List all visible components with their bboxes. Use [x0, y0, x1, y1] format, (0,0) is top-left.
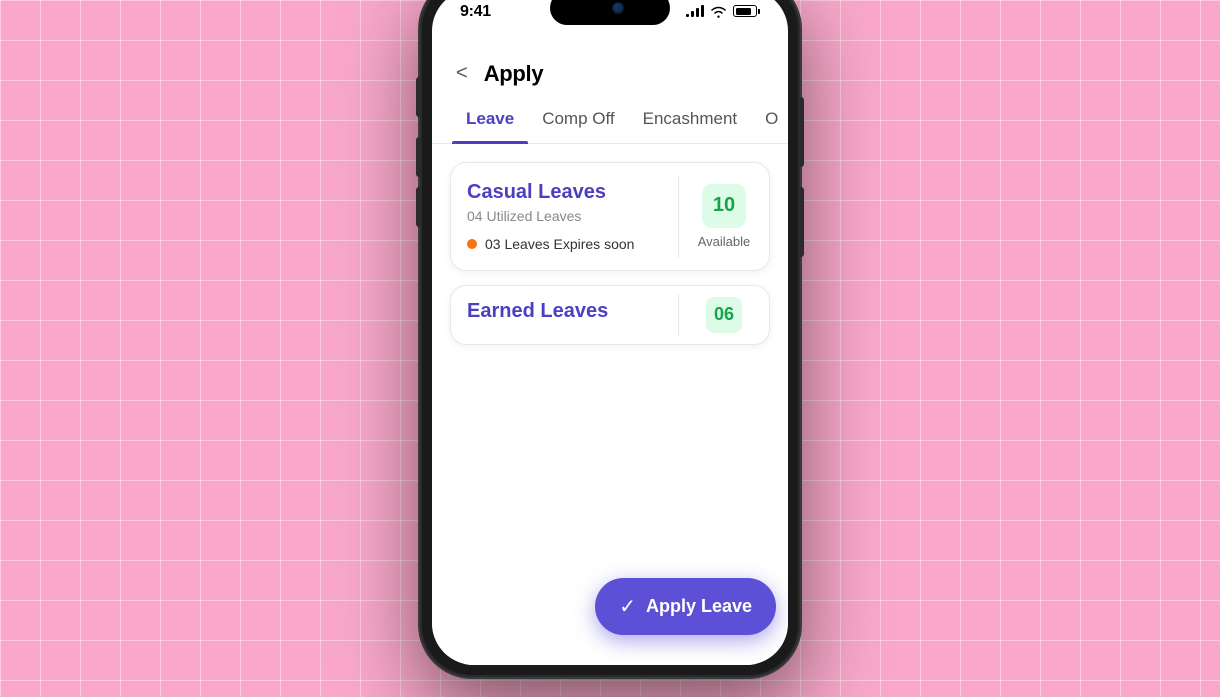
- phone-frame: 9:41: [420, 0, 800, 677]
- checkmark-icon: ✓: [619, 594, 636, 619]
- casual-available-count: 10: [702, 184, 746, 228]
- tab-comp-off[interactable]: Comp Off: [528, 99, 628, 143]
- signal-icon: [686, 5, 704, 17]
- earned-leaves-title: Earned Leaves: [467, 300, 662, 323]
- camera-dot: [613, 3, 623, 13]
- earned-leaves-card[interactable]: Earned Leaves 06: [450, 285, 770, 345]
- page-title: Apply: [484, 61, 544, 87]
- tab-options[interactable]: Optio: [751, 99, 779, 143]
- expiry-text: 03 Leaves Expires soon: [485, 236, 634, 252]
- phone-mockup: 9:41: [400, 0, 820, 697]
- casual-leaves-card[interactable]: Casual Leaves 04 Utilized Leaves 03 Leav…: [450, 162, 770, 271]
- expiry-row: 03 Leaves Expires soon: [467, 236, 662, 252]
- content-area: < Apply Leave Comp Off Encashment Opt: [432, 45, 788, 665]
- wifi-icon: [710, 5, 727, 18]
- earned-available-count: 06: [706, 297, 742, 333]
- phone-screen: 9:41: [432, 0, 788, 665]
- cards-list: Casual Leaves 04 Utilized Leaves 03 Leav…: [432, 144, 788, 345]
- tab-encashment[interactable]: Encashment: [629, 99, 752, 143]
- casual-leaves-info: Casual Leaves 04 Utilized Leaves 03 Leav…: [451, 163, 678, 270]
- battery-icon: [733, 5, 760, 17]
- status-icons: [686, 5, 760, 18]
- expiry-dot: [467, 239, 477, 249]
- status-time: 9:41: [460, 3, 491, 21]
- casual-available: 10 Available: [679, 163, 769, 270]
- apply-leave-label: Apply Leave: [646, 596, 752, 617]
- tab-leave[interactable]: Leave: [452, 99, 528, 143]
- dynamic-island: [550, 0, 670, 25]
- tab-bar: Leave Comp Off Encashment Optio: [432, 99, 788, 144]
- casual-available-label: Available: [698, 234, 751, 249]
- earned-available: 06: [679, 286, 769, 344]
- casual-leaves-title: Casual Leaves: [467, 181, 662, 204]
- page-header: < Apply: [432, 45, 788, 99]
- casual-utilized: 04 Utilized Leaves: [467, 208, 662, 224]
- apply-leave-button[interactable]: ✓ Apply Leave: [595, 578, 776, 635]
- back-button[interactable]: <: [456, 62, 468, 85]
- earned-leaves-info: Earned Leaves: [451, 286, 678, 344]
